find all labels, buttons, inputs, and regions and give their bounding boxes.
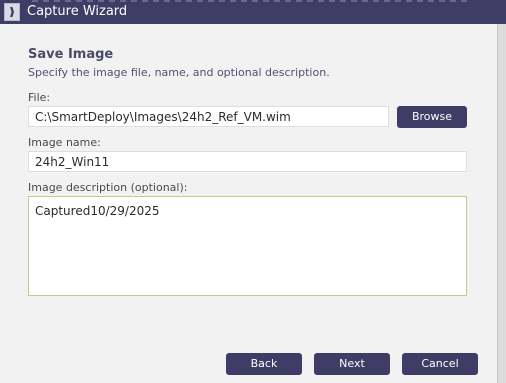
title-bar: Capture Wizard (0, 0, 506, 24)
next-button[interactable]: Next (314, 353, 390, 375)
title-bar-background (32, 0, 472, 2)
browse-button[interactable]: Browse (397, 106, 467, 128)
file-path-input[interactable]: C:\SmartDeploy\Images\24h2_Ref_VM.wim (28, 106, 389, 127)
image-name-input[interactable]: 24h2_Win11 (28, 151, 467, 172)
file-label: File: (28, 91, 51, 104)
back-button[interactable]: Back (226, 353, 302, 375)
page-heading: Save Image (28, 47, 114, 62)
page-subheading: Specify the image file, name, and option… (28, 66, 330, 79)
window-scroll-edge (497, 24, 506, 383)
wizard-app-icon (4, 3, 20, 21)
image-description-label: Image description (optional): (28, 181, 188, 194)
cancel-button[interactable]: Cancel (402, 353, 478, 375)
image-name-label: Image name: (28, 136, 101, 149)
window-title: Capture Wizard (27, 4, 128, 19)
image-description-textarea[interactable]: Captured10/29/2025 (28, 196, 467, 296)
